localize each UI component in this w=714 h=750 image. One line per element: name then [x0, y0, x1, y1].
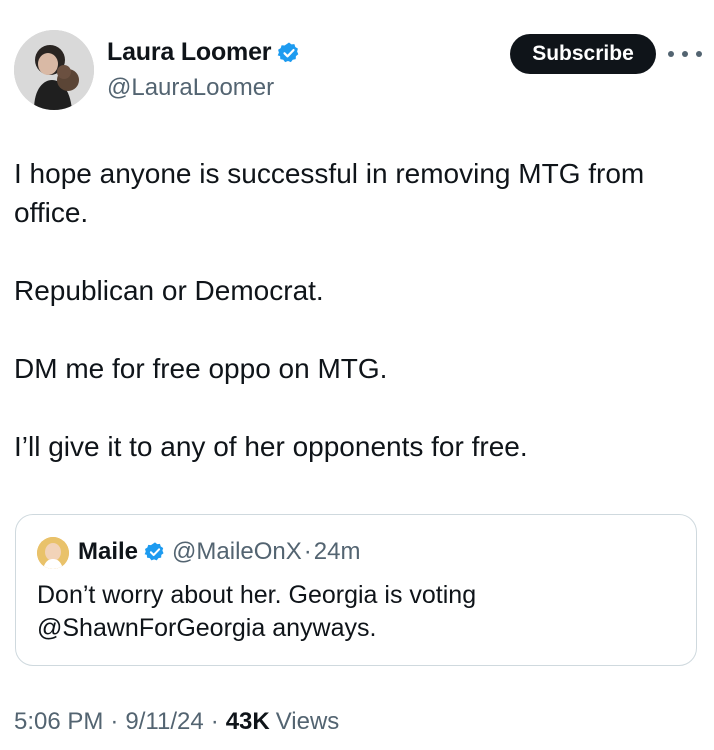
tweet-paragraph: I hope anyone is successful in removing …: [14, 158, 645, 228]
verified-badge-icon: [278, 42, 299, 62]
separator-dot: ·: [110, 708, 119, 735]
tweet-paragraph: DM me for free oppo on MTG.: [14, 353, 388, 384]
quote-display-name[interactable]: Maile: [78, 538, 138, 566]
quote-text-line: @ShawnForGeorgia anyways.: [37, 614, 377, 642]
tweet-paragraph: Republican or Democrat.: [14, 275, 324, 306]
separator-dot: ·: [303, 538, 312, 565]
tweet-date[interactable]: 9/11/24: [125, 708, 203, 736]
subscribe-button[interactable]: Subscribe: [510, 34, 656, 74]
verified-badge-icon: [144, 542, 164, 561]
quoted-tweet[interactable]: Maile @MaileOnX · 24m Don’t worry about …: [15, 514, 697, 666]
quote-header: Maile @MaileOnX · 24m: [78, 538, 360, 566]
more-options-icon[interactable]: [668, 42, 702, 66]
quote-timestamp[interactable]: 24m: [314, 538, 361, 566]
author-handle[interactable]: @LauraLoomer: [107, 74, 274, 102]
author-avatar[interactable]: [14, 30, 94, 110]
views-label: Views: [275, 708, 340, 735]
tweet-meta: 5:06 PM · 9/11/24 · 43K Views: [14, 708, 339, 736]
quote-handle[interactable]: @MaileOnX: [172, 538, 302, 566]
tweet-time[interactable]: 5:06 PM: [14, 708, 103, 736]
tweet-text: I hope anyone is successful in removing …: [14, 154, 694, 466]
quote-text-line: Don’t worry about her. Georgia is voting: [37, 581, 477, 609]
tweet-card: Laura Loomer @LauraLoomer Subscribe I ho…: [0, 0, 714, 750]
quote-text: Don’t worry about her. Georgia is voting…: [37, 579, 677, 645]
quote-author-avatar[interactable]: [37, 537, 69, 569]
separator-dot: ·: [210, 708, 219, 735]
tweet-paragraph: I’ll give it to any of her opponents for…: [14, 431, 528, 462]
author-name-row: Laura Loomer: [107, 38, 301, 67]
views-count[interactable]: 43K: [226, 708, 270, 736]
author-display-name[interactable]: Laura Loomer: [107, 38, 272, 67]
